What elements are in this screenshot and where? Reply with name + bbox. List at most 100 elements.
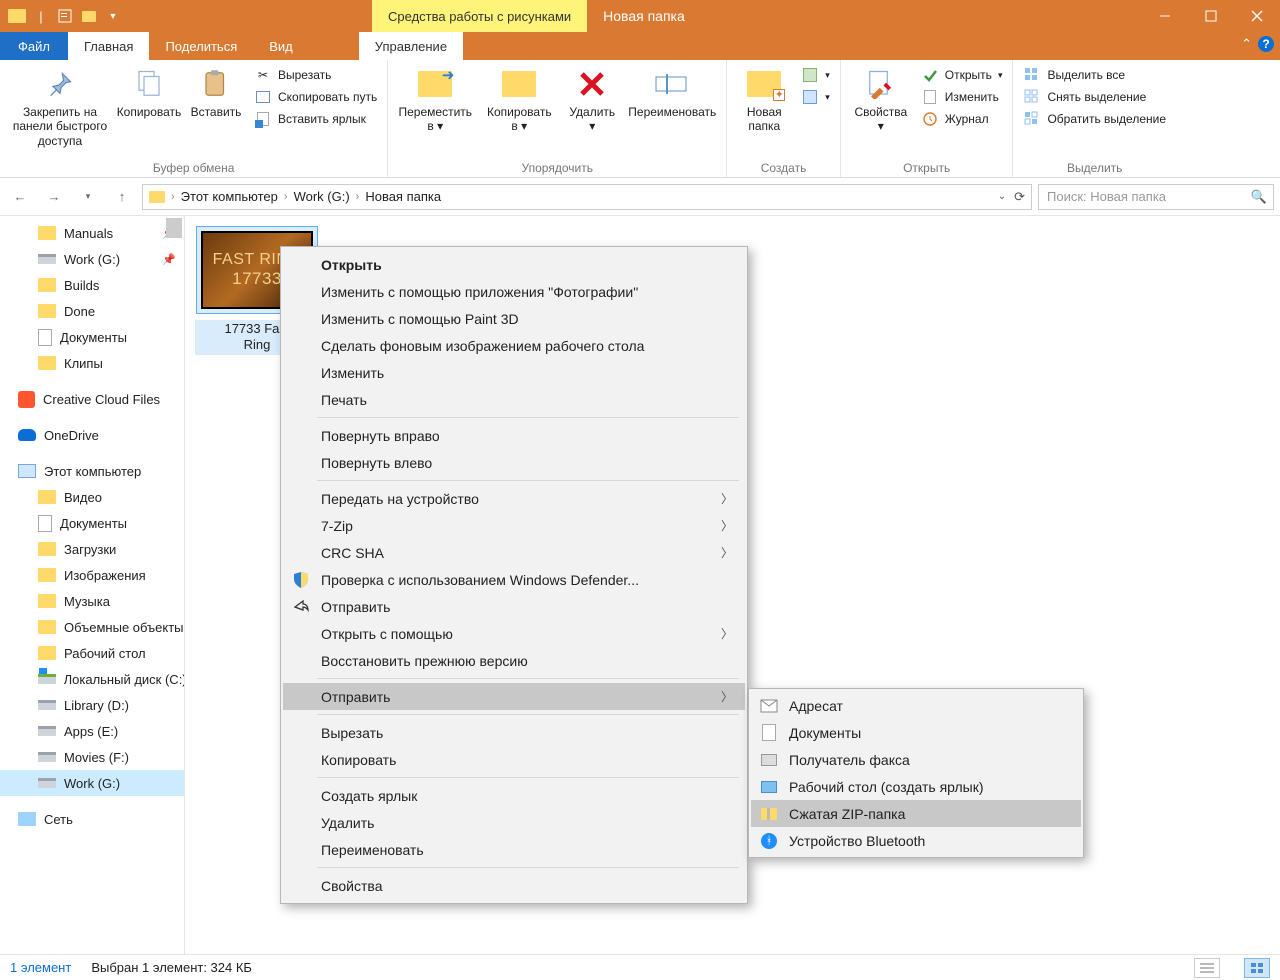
tab-manage[interactable]: Управление [359, 32, 463, 60]
address-dropdown-icon[interactable]: ⌄ [998, 191, 1006, 202]
tab-share[interactable]: Поделиться [149, 32, 253, 60]
ctx-cut[interactable]: Вырезать [283, 719, 745, 746]
ctx-rotate-right[interactable]: Повернуть вправо [283, 422, 745, 449]
sub-desktop-shortcut[interactable]: Рабочий стол (создать ярлык) [751, 773, 1081, 800]
help-icon[interactable]: ? [1258, 36, 1274, 52]
tree-item-documents2[interactable]: Документы [0, 510, 184, 536]
tree-item-thispc[interactable]: Этот компьютер [0, 458, 184, 484]
paste-shortcut-button[interactable]: Вставить ярлык [254, 110, 377, 128]
ctx-create-shortcut[interactable]: Создать ярлык [283, 782, 745, 809]
search-box[interactable]: 🔍 [1038, 184, 1274, 210]
search-icon[interactable]: 🔍 [1251, 189, 1267, 205]
qat-dropdown-icon[interactable]: ▼ [102, 5, 124, 27]
forward-button[interactable]: → [40, 183, 68, 211]
tree-item-desktop[interactable]: Рабочий стол [0, 640, 184, 666]
tree-item-appse[interactable]: Apps (E:) [0, 718, 184, 744]
ctx-edit[interactable]: Изменить [283, 359, 745, 386]
breadcrumb-folder[interactable]: Новая папка [365, 189, 441, 204]
chevron-right-icon[interactable]: › [284, 191, 288, 203]
tree-item-onedrive[interactable]: OneDrive [0, 422, 184, 448]
sub-fax[interactable]: Получатель факса [751, 746, 1081, 773]
tree-item-clips[interactable]: Клипы [0, 350, 184, 376]
ctx-7zip[interactable]: 7-Zip〉 [283, 512, 745, 539]
tree-item-music[interactable]: Музыка [0, 588, 184, 614]
ctx-crcsha[interactable]: CRC SHA〉 [283, 539, 745, 566]
tree-item-video[interactable]: Видео [0, 484, 184, 510]
new-item-button[interactable]: ▾ [801, 66, 830, 84]
tree-item-creativecloud[interactable]: Creative Cloud Files [0, 386, 184, 412]
maximize-button[interactable] [1188, 0, 1234, 32]
edit-button[interactable]: Изменить [921, 88, 1003, 106]
tree-item-3dobjects[interactable]: Объемные объекты [0, 614, 184, 640]
ctx-send-to[interactable]: Отправить〉 [283, 683, 745, 710]
ctx-set-wallpaper[interactable]: Сделать фоновым изображением рабочего ст… [283, 332, 745, 359]
tree-item-workg2[interactable]: Work (G:) [0, 770, 184, 796]
copy-button[interactable]: Копировать [120, 66, 178, 119]
tree-item-localdisk[interactable]: Локальный диск (C:) [0, 666, 184, 692]
copy-to-button[interactable]: Копировать в ▾ [482, 66, 556, 134]
new-folder-button[interactable]: ✦Новая папка [737, 66, 791, 134]
tab-home[interactable]: Главная [68, 32, 149, 60]
delete-button[interactable]: Удалить ▾ [566, 66, 618, 134]
breadcrumb-thispc[interactable]: Этот компьютер [181, 189, 278, 204]
navigation-pane[interactable]: Manuals📌 Work (G:)📌 Builds Done Документ… [0, 216, 185, 954]
open-button[interactable]: Открыть ▾ [921, 66, 1003, 84]
ctx-copy[interactable]: Копировать [283, 746, 745, 773]
tree-item-downloads[interactable]: Загрузки [0, 536, 184, 562]
chevron-right-icon[interactable]: › [356, 191, 360, 203]
ctx-print[interactable]: Печать [283, 386, 745, 413]
properties-button[interactable]: Свойства ▾ [851, 66, 911, 134]
cut-button[interactable]: ✂Вырезать [254, 66, 377, 84]
pin-quickaccess-button[interactable]: Закрепить на панели быстрого доступа [10, 66, 110, 148]
tree-item-done[interactable]: Done [0, 298, 184, 324]
invert-selection-button[interactable]: Обратить выделение [1023, 110, 1166, 128]
tree-item-documents[interactable]: Документы [0, 324, 184, 350]
history-button[interactable]: Журнал [921, 110, 1003, 128]
minimize-button[interactable] [1142, 0, 1188, 32]
ctx-share[interactable]: Отправить [283, 593, 745, 620]
chevron-right-icon[interactable]: › [171, 191, 175, 203]
tab-file[interactable]: Файл [0, 32, 68, 60]
back-button[interactable]: ← [6, 183, 34, 211]
sub-bluetooth[interactable]: ᚼУстройство Bluetooth [751, 827, 1081, 854]
refresh-icon[interactable]: ⟳ [1014, 189, 1025, 205]
close-button[interactable] [1234, 0, 1280, 32]
view-thumbnails-button[interactable] [1244, 958, 1270, 978]
sub-documents[interactable]: Документы [751, 719, 1081, 746]
ctx-properties[interactable]: Свойства [283, 872, 745, 899]
tree-item-network[interactable]: Сеть [0, 806, 184, 832]
ctx-open[interactable]: Открыть [283, 251, 745, 278]
easy-access-button[interactable]: ▾ [801, 88, 830, 106]
tab-view[interactable]: Вид [253, 32, 309, 60]
qat-newfolder-icon[interactable] [78, 5, 100, 27]
tree-item-builds[interactable]: Builds [0, 272, 184, 298]
ctx-cast-device[interactable]: Передать на устройство〉 [283, 485, 745, 512]
ctx-edit-photos[interactable]: Изменить с помощью приложения "Фотографи… [283, 278, 745, 305]
tree-item-manuals[interactable]: Manuals📌 [0, 220, 184, 246]
view-details-button[interactable] [1194, 958, 1220, 978]
ctx-rotate-left[interactable]: Повернуть влево [283, 449, 745, 476]
collapse-ribbon-icon[interactable]: ⌃ [1241, 36, 1252, 52]
ctx-defender[interactable]: Проверка с использованием Windows Defend… [283, 566, 745, 593]
move-to-button[interactable]: ➜Переместить в ▾ [398, 66, 472, 134]
select-none-button[interactable]: Снять выделение [1023, 88, 1166, 106]
ctx-delete[interactable]: Удалить [283, 809, 745, 836]
qat-properties-icon[interactable] [54, 5, 76, 27]
tree-item-libraryd[interactable]: Library (D:) [0, 692, 184, 718]
ctx-restore-prev[interactable]: Восстановить прежнюю версию [283, 647, 745, 674]
tree-item-moviesf[interactable]: Movies (F:) [0, 744, 184, 770]
address-bar[interactable]: › Этот компьютер › Work (G:) › Новая пап… [142, 184, 1032, 210]
select-all-button[interactable]: Выделить все [1023, 66, 1166, 84]
breadcrumb-drive[interactable]: Work (G:) [294, 189, 350, 204]
sub-zip[interactable]: Сжатая ZIP-папка [751, 800, 1081, 827]
tree-item-workg[interactable]: Work (G:)📌 [0, 246, 184, 272]
tree-item-images[interactable]: Изображения [0, 562, 184, 588]
search-input[interactable] [1045, 188, 1251, 205]
paste-button[interactable]: Вставить [188, 66, 244, 119]
rename-button[interactable]: Переименовать [628, 66, 716, 119]
copy-path-button[interactable]: Скопировать путь [254, 88, 377, 106]
ctx-open-with[interactable]: Открыть с помощью〉 [283, 620, 745, 647]
ctx-rename[interactable]: Переименовать [283, 836, 745, 863]
recent-dropdown-icon[interactable]: ▾ [74, 183, 102, 211]
scrollbar-thumb[interactable] [166, 218, 182, 238]
